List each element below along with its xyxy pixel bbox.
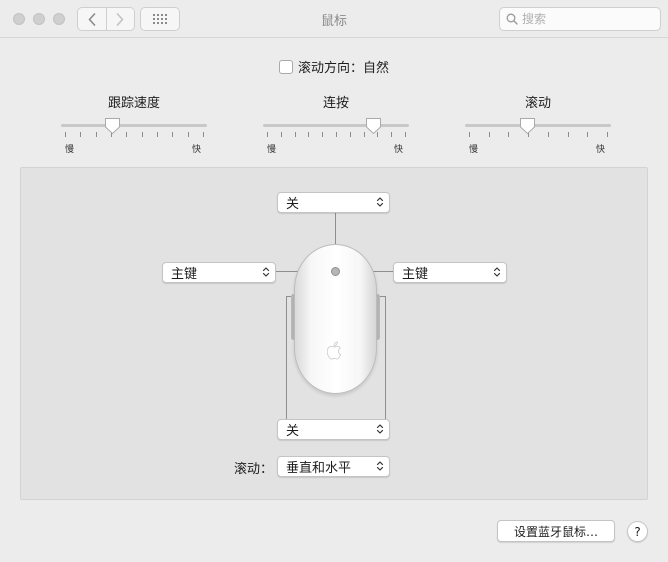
chevron-up-down-icon: [376, 461, 384, 471]
search-field[interactable]: [499, 7, 661, 31]
slider-ticks: [65, 132, 204, 138]
search-input[interactable]: [522, 12, 652, 26]
slider-tick: [587, 132, 589, 137]
slider-tick: [203, 132, 204, 137]
slider-tick: [126, 132, 128, 137]
slider-tick: [488, 132, 490, 137]
slider-ticks: [469, 132, 608, 138]
slider-max-label: 快: [596, 145, 606, 155]
top-button-value: 关: [286, 197, 300, 212]
slider-min-label: 慢: [267, 145, 277, 155]
slider-tick: [294, 132, 296, 137]
slider-tick: [322, 132, 324, 137]
slider-knob[interactable]: [519, 117, 536, 135]
search-icon: [506, 13, 518, 25]
slider-tick: [391, 132, 393, 137]
slider-knob[interactable]: [365, 117, 382, 135]
double-click-title: 连按: [322, 96, 349, 111]
left-button-value: 主键: [171, 267, 198, 282]
mouse-scroll-ball: [331, 267, 340, 276]
slider-tick: [508, 132, 510, 137]
slider-tick: [363, 132, 365, 137]
slider-tick: [469, 132, 470, 137]
slider-tick: [80, 132, 82, 137]
slider-tick: [95, 132, 97, 137]
connector-line-bottom-left: [286, 296, 287, 419]
slider-track[interactable]: [263, 124, 409, 127]
slider-max-label: 快: [192, 145, 202, 155]
slider-max-label: 快: [394, 145, 404, 155]
slider-tick: [65, 132, 66, 137]
scroll-speed-title: 滚动: [524, 96, 551, 111]
title-bar: 鼠标: [0, 0, 668, 38]
slider-tick: [547, 132, 549, 137]
chevron-up-down-icon: [262, 267, 270, 277]
slider-tick: [157, 132, 158, 137]
slider-tick: [308, 132, 310, 137]
slider-tick: [280, 132, 282, 137]
chevron-up-down-icon: [376, 197, 384, 207]
scroll-mode-label: 滚动：: [234, 462, 274, 477]
side-buttons-value: 关: [286, 424, 300, 439]
scroll-mode-popup[interactable]: 垂直和水平: [277, 456, 390, 477]
slider-min-label: 慢: [65, 145, 75, 155]
apple-logo-icon: [327, 341, 342, 360]
tracking-speed-slider[interactable]: 跟踪速度 慢 快: [61, 92, 207, 155]
side-buttons-popup[interactable]: 关: [277, 419, 390, 440]
scroll-direction-checkbox[interactable]: [279, 59, 293, 74]
connector-line-bottom-right: [385, 296, 386, 419]
chevron-up-down-icon: [493, 267, 501, 277]
scroll-direction-option[interactable]: 滚动方向：自然: [279, 57, 389, 76]
setup-bluetooth-mouse-button[interactable]: 设置蓝牙鼠标…: [497, 520, 615, 542]
scroll-direction-label: 滚动方向：自然: [298, 61, 390, 76]
mouse-preferences-window: 鼠标 滚动方向：自然 跟踪速度 慢 快 连按 慢 快 滚动 慢 快: [0, 0, 668, 562]
left-button-popup[interactable]: 主键: [162, 262, 276, 283]
slider-tick: [349, 132, 351, 137]
slider-tick: [336, 132, 337, 137]
help-button[interactable]: ?: [627, 521, 648, 542]
slider-tick: [405, 132, 406, 137]
scroll-speed-slider[interactable]: 滚动 慢 快: [465, 92, 611, 155]
slider-track[interactable]: [465, 124, 611, 127]
slider-tick: [187, 132, 189, 137]
slider-ticks: [267, 132, 406, 138]
right-button-value: 主键: [402, 267, 429, 282]
double-click-slider[interactable]: 连按 慢 快: [263, 92, 409, 155]
chevron-up-down-icon: [376, 424, 384, 434]
slider-knob[interactable]: [104, 117, 121, 135]
top-button-popup[interactable]: 关: [277, 192, 390, 213]
slider-track[interactable]: [61, 124, 207, 127]
slider-tick: [267, 132, 268, 137]
slider-tick: [607, 132, 608, 137]
scroll-mode-value: 垂直和水平: [286, 461, 352, 476]
right-button-popup[interactable]: 主键: [393, 262, 507, 283]
tracking-speed-title: 跟踪速度: [107, 96, 160, 111]
slider-tick: [141, 132, 143, 137]
slider-min-label: 慢: [469, 145, 479, 155]
slider-tick: [172, 132, 174, 137]
slider-tick: [567, 132, 569, 137]
